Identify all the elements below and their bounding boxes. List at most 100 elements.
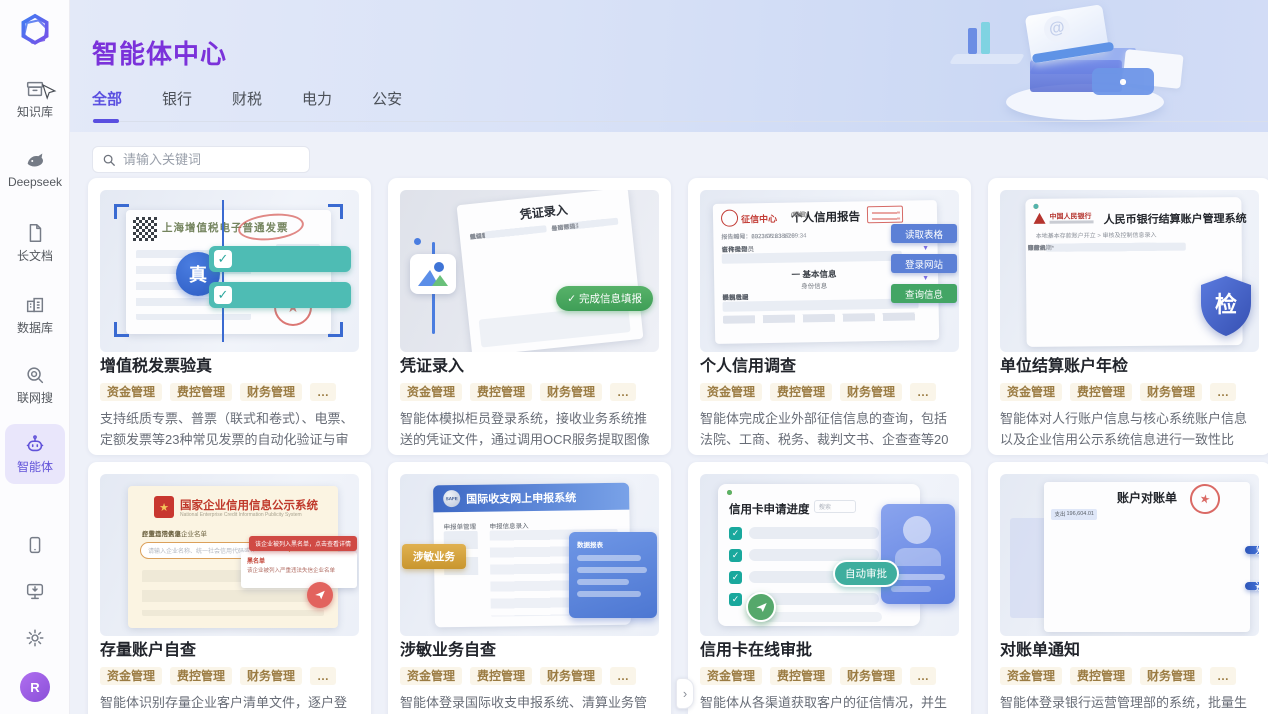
red-seal-icon: ★ bbox=[1187, 481, 1223, 517]
sidebar-item-deepseek[interactable]: Deepseek bbox=[0, 150, 70, 189]
form-field: 导出方式 bbox=[551, 218, 607, 233]
checkbox-icon: ✓ bbox=[729, 527, 742, 540]
voucher-form: 凭证录入 凭证业务类型*代码*组织机构*凭证字*收付别凭证端口默认制单人备注 是… bbox=[457, 190, 644, 352]
agent-card-personal-credit[interactable]: 征信中心 个人信用报告 (明细) 报告编号：6323672638628 报告时间… bbox=[688, 178, 971, 455]
send-statement-button: 发送对账单 bbox=[1245, 546, 1259, 554]
tab-electric-power[interactable]: 电力 bbox=[302, 88, 332, 123]
sidebar-item-knowledge-base[interactable]: 知识库 bbox=[0, 78, 70, 120]
card-description: 智能体完成企业外部征信信息的查询，包括法院、工商、税务、裁判文书、企查查等20多… bbox=[700, 409, 959, 450]
tab-bank[interactable]: 银行 bbox=[162, 88, 192, 123]
agent-card-existing-account-check[interactable]: ★ 国家企业信用信息公示系统 National Enterprise Credi… bbox=[88, 462, 371, 714]
card-illustration: ★ 国家企业信用信息公示系统 National Enterprise Credi… bbox=[100, 474, 359, 636]
tag: … bbox=[610, 383, 636, 401]
tag: 费控管理 bbox=[170, 667, 232, 685]
card-illustration: SAFE 国际收支网上申报系统 申报单管理 申报信息录入 涉敏业务 数据报表 bbox=[400, 474, 659, 636]
form-field: 备注 bbox=[469, 227, 521, 241]
card-description: 智能体模拟柜员登录系统，接收业务系统推送的凭证文件，通过调用OCR服务提取图像内… bbox=[400, 409, 659, 450]
database-icon bbox=[24, 294, 46, 316]
tag: 费控管理 bbox=[470, 667, 532, 685]
card-description: 智能体从各渠道获取客户的征信情况，并生产黑白名单，自动完成白名单客户的批量审批，… bbox=[700, 693, 959, 714]
agent-card-credit-card-approval[interactable]: 信用卡申请进度 ⌕ 搜索 ✓ ✓ ✓ ✓ 自动审批 信用卡 bbox=[688, 462, 971, 714]
tag: 费控管理 bbox=[1070, 667, 1132, 685]
card-tags: 资金管理费控管理财务管理… bbox=[400, 667, 659, 685]
card-tags: 资金管理费控管理财务管理… bbox=[700, 383, 959, 401]
card-title: 信用卡在线审批 bbox=[700, 642, 959, 660]
sidebar-item-database[interactable]: 数据库 bbox=[0, 294, 70, 336]
checkmark-icon: ✓ bbox=[214, 286, 232, 304]
card-tags: 资金管理费控管理财务管理… bbox=[400, 383, 659, 401]
tag: 费控管理 bbox=[170, 383, 232, 401]
tag: 财务管理 bbox=[1140, 667, 1202, 685]
safe-sidebar-label: 申报单管理 bbox=[444, 521, 477, 531]
sidebar-item-download-client[interactable] bbox=[0, 580, 70, 602]
send-plane-icon bbox=[746, 592, 776, 622]
web-search-icon bbox=[24, 364, 46, 386]
alert-tooltip: 该企业被列入黑名单，点击查看详情 bbox=[249, 536, 357, 551]
agent-card-invoice-verify[interactable]: 上海增值税电子普通发票 ★ 真 ✓ ✓ 增值税发票验真 资金管理费控管理财务管理… bbox=[88, 178, 371, 455]
agent-card-grid: 上海增值税电子普通发票 ★ 真 ✓ ✓ 增值税发票验真 资金管理费控管理财务管理… bbox=[88, 178, 1268, 714]
app-logo-icon[interactable] bbox=[17, 13, 53, 51]
illustration-speech-bubble bbox=[1092, 68, 1154, 95]
mini-search-box: ⌕ 搜索 bbox=[814, 500, 856, 513]
tab-public-security[interactable]: 公安 bbox=[372, 88, 402, 123]
person-icon bbox=[903, 516, 931, 544]
customer-card-panel bbox=[881, 504, 955, 604]
tab-all[interactable]: 全部 bbox=[92, 88, 122, 123]
expand-chevron-button[interactable]: › bbox=[676, 678, 694, 709]
search-box bbox=[92, 146, 310, 173]
tag: 财务管理 bbox=[240, 383, 302, 401]
mouse-cursor bbox=[41, 84, 57, 102]
agent-card-account-annual-check[interactable]: 中国人民银行 人民币银行结算账户管理系统 本地基本存款账户开立 > 审核及控制信… bbox=[988, 178, 1268, 455]
sidebar-item-long-document[interactable]: 长文档 bbox=[0, 222, 70, 264]
send-plane-icon bbox=[307, 582, 333, 608]
search-icon bbox=[102, 153, 116, 167]
tag: … bbox=[610, 667, 636, 685]
card-description: 智能体登录银行运营管理部的系统，批量生成对账单，并将对账单保存到指定位置，再根据… bbox=[1000, 693, 1259, 714]
search-input[interactable] bbox=[123, 152, 300, 167]
system-title: 人民币银行结算账户管理系统 bbox=[1103, 210, 1246, 227]
card-tags: 资金管理费控管理财务管理… bbox=[1000, 383, 1259, 401]
card-tags: 资金管理费控管理财务管理… bbox=[100, 383, 359, 401]
blacklist-card: 黑名单 该企业被列入严重违法失信企业名单 bbox=[241, 552, 357, 588]
tag: 资金管理 bbox=[1000, 383, 1062, 401]
illustration-book bbox=[1025, 4, 1110, 64]
scan-corner-icon bbox=[114, 204, 129, 219]
sidebar-item-settings[interactable] bbox=[0, 627, 70, 649]
tag: … bbox=[910, 667, 936, 685]
pboc-english-line bbox=[1050, 220, 1094, 223]
sidebar-item-mobile[interactable] bbox=[0, 534, 70, 556]
tag: 资金管理 bbox=[700, 383, 762, 401]
agent-card-voucher-entry[interactable]: 凭证录入 凭证业务类型*代码*组织机构*凭证字*收付别凭证端口默认制单人备注 是… bbox=[388, 178, 671, 455]
agent-card-sensitive-business-check[interactable]: SAFE 国际收支网上申报系统 申报单管理 申报信息录入 涉敏业务 数据报表 涉… bbox=[388, 462, 671, 714]
illustration-cube bbox=[1029, 48, 1137, 74]
sidebar-item-agent[interactable]: 智能体 bbox=[5, 424, 65, 484]
category-tabs: 全部 银行 财税 电力 公安 bbox=[92, 88, 402, 123]
checkbox-icon: ✓ bbox=[729, 593, 742, 606]
safe-main-label: 申报信息录入 bbox=[490, 520, 529, 531]
tag: 费控管理 bbox=[770, 383, 832, 401]
scan-corner-icon bbox=[328, 204, 343, 219]
red-notice-box bbox=[867, 206, 903, 224]
report-column: 联系电话 bbox=[722, 291, 748, 301]
user-avatar[interactable]: R bbox=[20, 672, 50, 702]
report-columns: 名称证件类型证件号码查询操作员 bbox=[721, 241, 901, 244]
scan-corner-icon bbox=[328, 322, 343, 337]
sidebar-item-label: 数据库 bbox=[17, 319, 53, 336]
tag: 资金管理 bbox=[400, 667, 462, 685]
card-title: 存量账户自查 bbox=[100, 642, 359, 660]
tag: 财务管理 bbox=[840, 667, 902, 685]
sidebar-item-label: Deepseek bbox=[8, 175, 62, 189]
credit-center-logo: 征信中心 bbox=[741, 212, 777, 226]
illustration-card bbox=[1122, 49, 1183, 89]
card-description: 智能体识别存量企业客户清单文件，逐户登录全国企业信用信息公示系统，查询存量企业是… bbox=[100, 693, 359, 714]
sidebar-item-label: 长文档 bbox=[17, 247, 53, 264]
check-row: ✓ bbox=[209, 246, 351, 272]
sidebar-item-label: 联网搜 bbox=[17, 389, 53, 406]
tag: 财务管理 bbox=[540, 383, 602, 401]
illustration-cube-front bbox=[1030, 60, 1122, 92]
agent-card-statement-notice[interactable]: 账户对账单 ★ 交易日期币种交易金额账户余额收支类型 2022-08-18RMB… bbox=[988, 462, 1268, 714]
checkmark-icon: ✓ bbox=[214, 250, 232, 268]
tab-finance-tax[interactable]: 财税 bbox=[232, 88, 262, 123]
breadcrumb: 本地基本存款账户开立 > 审核及控制信息录入 bbox=[1036, 230, 1157, 240]
sidebar-item-web-search[interactable]: 联网搜 bbox=[0, 364, 70, 406]
